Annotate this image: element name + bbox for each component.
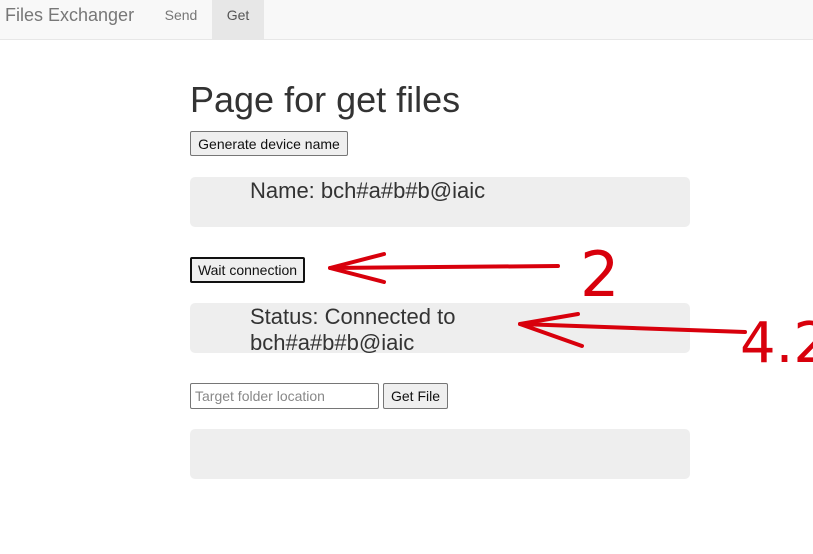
- get-file-button[interactable]: Get File: [383, 383, 448, 409]
- app-brand[interactable]: Files Exchanger: [5, 5, 134, 25]
- target-folder-input[interactable]: [190, 383, 379, 409]
- generate-device-name-button[interactable]: Generate device name: [190, 131, 348, 156]
- wait-connection-button[interactable]: Wait connection: [190, 257, 305, 283]
- tab-send[interactable]: Send: [152, 0, 210, 40]
- annotation-label-4-2: 4.2: [740, 311, 813, 376]
- status-panel: Status: Connected to bch#a#b#b@iaic: [190, 303, 690, 355]
- result-panel: [190, 429, 690, 479]
- status-text: Status: Connected to bch#a#b#b@iaic: [250, 304, 456, 355]
- tab-get[interactable]: Get: [212, 0, 264, 40]
- top-navbar: Files Exchanger Send Get: [0, 0, 813, 40]
- annotation-label-2: 2: [580, 238, 619, 311]
- device-name-panel: Name: bch#a#b#b@iaic: [190, 177, 690, 227]
- page-title: Page for get files: [190, 79, 461, 120]
- device-name-text: Name: bch#a#b#b@iaic: [250, 178, 486, 203]
- annotation-arrow-1: [328, 252, 560, 284]
